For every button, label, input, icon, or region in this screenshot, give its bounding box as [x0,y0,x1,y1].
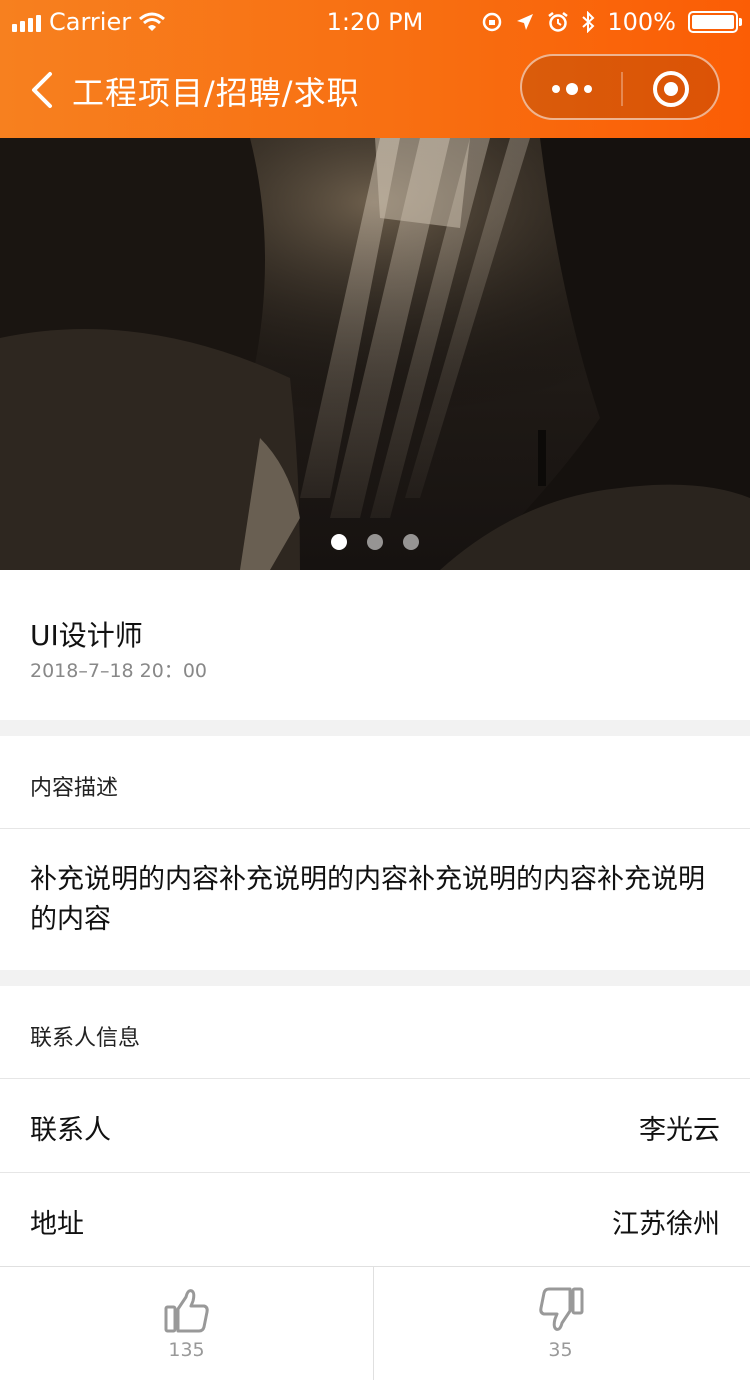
carousel-dot-3[interactable] [403,534,419,550]
more-icon[interactable] [550,78,594,100]
divider [0,1172,750,1173]
job-title: UI设计师 [30,619,143,652]
contact-name-value: 李光云 [639,1115,720,1146]
status-right: 100% [481,8,742,36]
description-heading: 内容描述 [30,776,119,801]
carousel-indicators [0,534,750,550]
close-miniprogram-icon[interactable] [652,70,690,108]
job-date: 2018–7–18 20：00 [30,660,208,682]
status-bar: Carrier 1:20 PM 100% [0,0,750,44]
carousel-dot-1[interactable] [331,534,347,550]
description-card: 内容描述 补充说明的内容补充说明的内容补充说明的内容补充说明的内容 [0,736,750,970]
contact-name-label: 联系人 [30,1115,111,1146]
divider [0,1078,750,1079]
page-title: 工程项目/招聘/求职 [72,74,360,112]
like-count: 135 [168,1339,205,1361]
contact-card: 联系人信息 联系人 李光云 地址 江苏徐州 [0,986,750,1266]
dislike-count: 35 [548,1339,573,1361]
battery-icon [688,11,742,33]
mini-program-capsule [520,54,720,120]
carousel-dot-2[interactable] [367,534,383,550]
address-label: 地址 [30,1209,84,1240]
location-icon [517,14,534,30]
alarm-icon [548,12,569,32]
address-value: 江苏徐州 [612,1209,720,1240]
bluetooth-icon [582,11,595,33]
like-button[interactable]: 135 [0,1267,373,1380]
contact-heading: 联系人信息 [30,1026,141,1051]
back-button[interactable] [24,68,64,112]
capsule-divider [621,72,623,106]
thumbs-up-icon [164,1289,209,1333]
battery-percent: 100% [607,8,676,36]
vote-bar: 135 35 [0,1266,750,1380]
header-bar: Carrier 1:20 PM 100% 工程项目/招聘/求职 [0,0,750,138]
divider [0,828,750,829]
dislike-button[interactable]: 35 [374,1267,747,1380]
banner-image [0,138,750,570]
banner-carousel[interactable] [0,138,750,570]
job-title-card: UI设计师 2018–7–18 20：00 [0,570,750,720]
description-text: 补充说明的内容补充说明的内容补充说明的内容补充说明的内容 [30,864,705,935]
nav-bar: 工程项目/招聘/求职 [0,44,750,138]
rotation-lock-icon [483,12,502,32]
thumbs-down-icon [538,1287,583,1331]
